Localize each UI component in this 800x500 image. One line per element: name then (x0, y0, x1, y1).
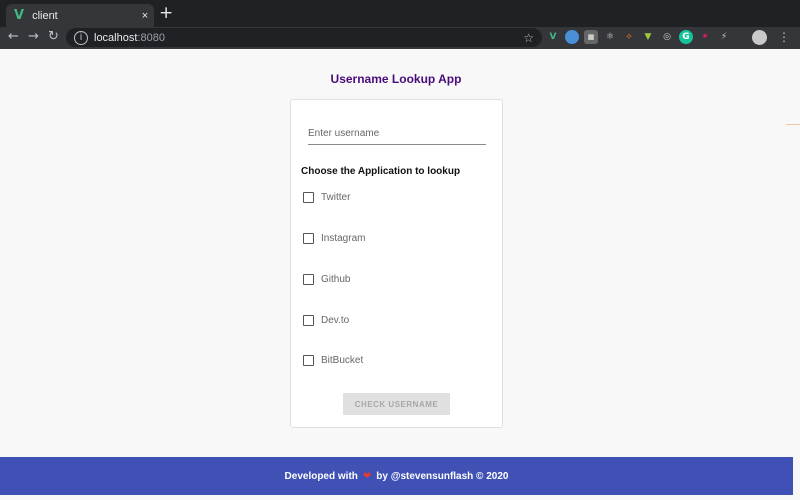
browser-menu-icon[interactable]: ⋮ (778, 30, 790, 44)
extensions-area: V ▦ ⚛ ⟡ ▼ ◎ G ✶ ⚡ (546, 30, 731, 44)
extension-grid-icon[interactable]: ▦ (584, 30, 598, 44)
heart-icon: ❤ (362, 470, 372, 482)
new-tab-button[interactable]: + (159, 5, 173, 22)
instagram-checkbox[interactable] (303, 232, 314, 244)
lookup-card: Choose the Application to lookup Twitter… (290, 99, 503, 428)
option-github[interactable]: Github (303, 272, 350, 286)
option-devto[interactable]: Dev.to (303, 313, 349, 327)
devto-checkbox[interactable] (303, 314, 314, 326)
browser-tab-strip: V client × + (0, 0, 800, 27)
option-label: BitBucket (321, 354, 364, 366)
url-port: :8080 (137, 31, 165, 44)
option-instagram[interactable]: Instagram (303, 231, 365, 245)
vue-favicon-icon: V (14, 8, 25, 23)
page-title: Username Lookup App (330, 72, 462, 86)
extension-circle-icon[interactable]: ◎ (660, 30, 674, 44)
choose-application-label: Choose the Application to lookup (301, 166, 461, 177)
download-extension-icon[interactable]: ▼ (641, 30, 655, 44)
check-username-button[interactable]: CHECK USERNAME (343, 393, 450, 415)
forward-button[interactable]: → (28, 29, 39, 44)
close-tab-icon[interactable]: × (136, 10, 154, 22)
url-host: localhost (94, 31, 138, 44)
browser-tab[interactable]: V client × (6, 4, 154, 27)
extension-orange-icon[interactable]: ⟡ (622, 30, 636, 44)
option-twitter[interactable]: Twitter (303, 190, 350, 204)
username-input[interactable] (308, 123, 486, 145)
grammarly-icon[interactable]: G (679, 30, 693, 44)
site-info-icon[interactable]: i (74, 30, 88, 45)
bookmark-star-icon[interactable]: ☆ (523, 31, 534, 45)
footer-suffix: by @stevensunflash © 2020 (376, 470, 509, 482)
back-button[interactable]: ← (8, 29, 19, 44)
extension-bolt-icon[interactable]: ⚡ (717, 30, 731, 44)
option-bitbucket[interactable]: BitBucket (303, 353, 363, 367)
option-label: Instagram (321, 232, 366, 244)
page-content: Username Lookup App Choose the Applicati… (0, 49, 800, 500)
github-checkbox[interactable] (303, 273, 314, 285)
footer-prefix: Developed with (284, 470, 358, 482)
option-label: Dev.to (321, 314, 350, 326)
vue-devtools-icon[interactable]: V (546, 30, 560, 44)
footer: Developed with ❤ by @stevensunflash © 20… (0, 457, 793, 495)
browser-toolbar: ← → ↻ i localhost :8080 ☆ V ▦ ⚛ ⟡ ▼ ◎ G … (0, 27, 800, 49)
extension-blue-icon[interactable] (565, 30, 579, 44)
tab-title: client (32, 9, 58, 22)
edge-marker (786, 124, 800, 125)
address-bar[interactable]: i localhost :8080 ☆ (66, 28, 542, 47)
profile-avatar[interactable] (752, 30, 767, 45)
twitter-checkbox[interactable] (303, 191, 314, 203)
option-label: Github (321, 273, 351, 285)
option-label: Twitter (321, 191, 351, 203)
bitbucket-checkbox[interactable] (303, 354, 314, 366)
extension-star-icon[interactable]: ✶ (698, 30, 712, 44)
react-devtools-icon[interactable]: ⚛ (603, 30, 617, 44)
reload-button[interactable]: ↻ (48, 29, 59, 44)
